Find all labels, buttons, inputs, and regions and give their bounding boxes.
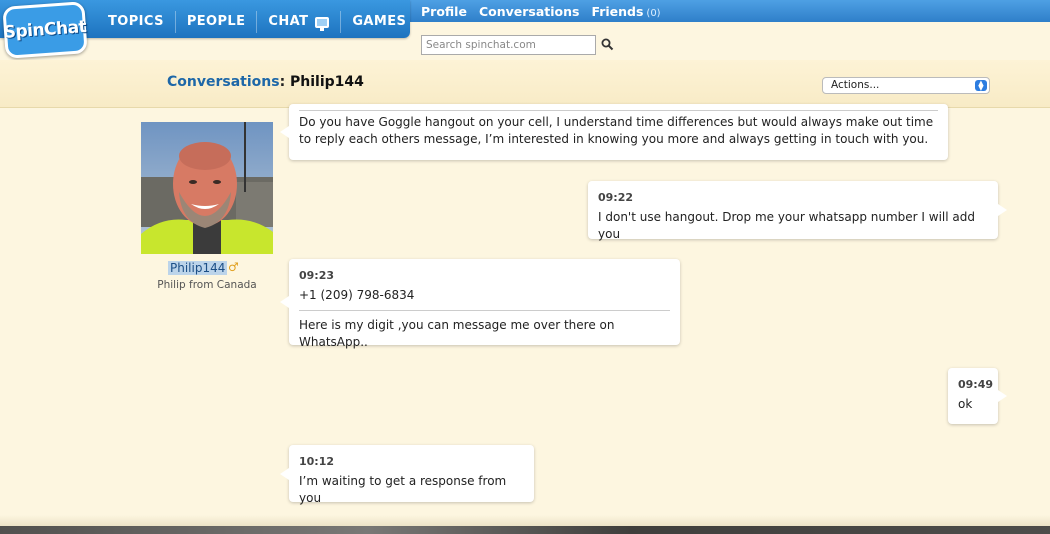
nav-people[interactable]: PEOPLE [176, 11, 258, 33]
friends-count: (0) [646, 7, 661, 19]
spinchat-logo[interactable]: SpinChat [2, 1, 88, 59]
subnav-profile[interactable]: Profile [421, 4, 467, 19]
avatar[interactable] [141, 122, 273, 254]
nav-people-label: PEOPLE [186, 14, 246, 29]
message-text-2: Here is my digit ,you can message me ove… [299, 318, 615, 349]
nav-games[interactable]: GAMES [341, 11, 417, 33]
message-divider [299, 110, 938, 111]
contact-subtitle: Philip from Canada [157, 279, 257, 291]
message-text: ok [958, 397, 973, 411]
section-title-text: Conversations [167, 74, 280, 90]
section-title-colon: : [279, 74, 286, 90]
main-nav: TOPICS PEOPLE CHAT GAMES [97, 11, 417, 33]
message-bubble: Do you have Goggle hangout on your cell,… [280, 104, 948, 160]
message-text: I’m waiting to get a response from you [299, 474, 507, 505]
message-bubble: 09:22 I don't use hangout. Drop me your … [588, 181, 1007, 241]
monitor-icon [315, 16, 330, 31]
section-title: Conversations: [167, 74, 285, 90]
logo-text: SpinChat [3, 17, 87, 43]
conversation-partner-name: Philip144 [290, 74, 364, 90]
nav-games-label: GAMES [352, 14, 407, 29]
select-arrows-icon: ▲ ▼ [975, 80, 987, 92]
message-divider [299, 310, 670, 311]
contact-username[interactable]: Philip144 [168, 261, 228, 275]
sub-nav: Profile Conversations Friends (0) [421, 2, 661, 20]
message-time: 09:23 [299, 269, 335, 282]
message-time: 09:49 [958, 378, 994, 391]
message-bubble: 10:12 I’m waiting to get a response from… [280, 445, 534, 505]
subnav-conversations[interactable]: Conversations [479, 4, 580, 19]
search-icon[interactable] [601, 38, 614, 51]
dock-strip [0, 526, 1050, 534]
avatar-photo [141, 122, 273, 254]
nav-topics-label: TOPICS [108, 14, 164, 29]
actions-select-value: Actions... [831, 79, 880, 91]
message-text: +1 (209) 798-6834 [299, 288, 415, 302]
message-text: Do you have Goggle hangout on your cell,… [299, 115, 934, 146]
search-input[interactable] [421, 35, 596, 55]
nav-topics[interactable]: TOPICS [97, 11, 176, 33]
subnav-friends-label: Friends [591, 3, 644, 19]
subnav-friends[interactable]: Friends (0) [591, 4, 660, 19]
message-bubble: 09:49 ok [948, 368, 1007, 424]
male-gender-icon: ♂ [228, 260, 239, 274]
nav-chat-label: CHAT [268, 14, 309, 29]
actions-select[interactable]: Actions... ▲ ▼ [822, 77, 990, 94]
message-text: I don't use hangout. Drop me your whatsa… [598, 210, 975, 241]
message-time: 10:12 [299, 455, 335, 468]
message-time: 09:22 [598, 191, 634, 204]
message-bubble: 09:23 +1 (209) 798-6834 Here is my digit… [280, 259, 680, 349]
nav-chat[interactable]: CHAT [257, 11, 342, 33]
